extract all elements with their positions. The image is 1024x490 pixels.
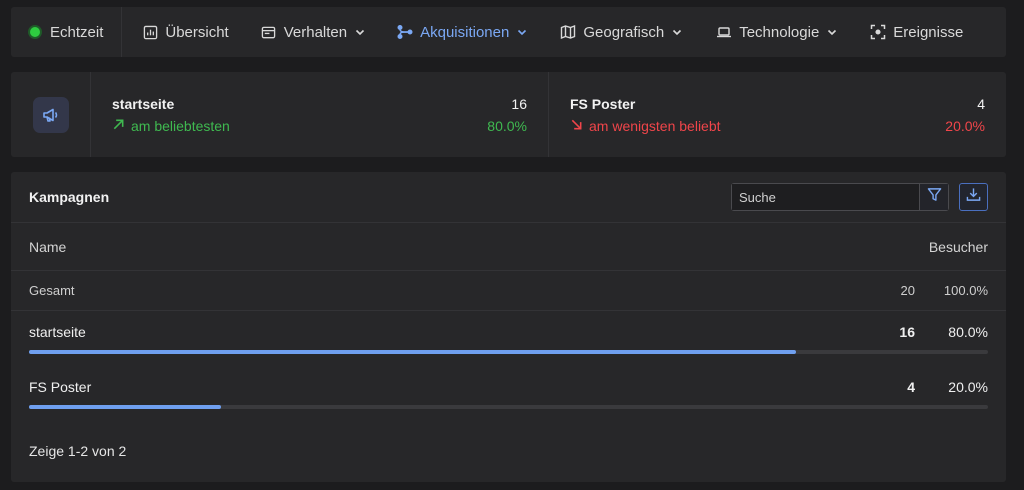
table-title: Kampagnen — [29, 189, 110, 205]
navigation-bar: Echtzeit Übersicht Verhalten Akquisition… — [11, 7, 1006, 57]
table-row[interactable]: startseite 16 80.0% — [11, 311, 1006, 366]
most-popular-stat: startseite 16 am beliebtesten 80.0% — [91, 72, 548, 157]
search-box — [731, 183, 949, 211]
stat-percent: 20.0% — [945, 117, 985, 134]
download-button[interactable] — [959, 183, 988, 211]
stat-visitor-count: 16 — [511, 95, 527, 112]
campaign-summary: startseite 16 am beliebtesten 80.0% FS P… — [11, 72, 1006, 157]
row-name: startseite — [29, 324, 86, 340]
stat-trend-label: am wenigsten beliebt — [589, 117, 721, 134]
filter-button[interactable] — [919, 184, 948, 210]
arrow-up-right-icon — [112, 118, 125, 134]
nav-label: Technologie — [739, 23, 820, 41]
chevron-down-icon — [826, 26, 838, 38]
nav-item-echtzeit[interactable]: Echtzeit — [11, 7, 103, 57]
column-header-name[interactable]: Name — [29, 239, 66, 255]
total-percent: 100.0% — [943, 283, 988, 298]
table-row[interactable]: FS Poster 4 20.0% — [11, 366, 1006, 421]
nav-label: Verhalten — [283, 23, 348, 41]
campaigns-table: Kampagnen Name Besucher Gesamt 20 — [11, 172, 1006, 482]
nav-item-geografisch[interactable]: Geografisch — [560, 7, 683, 57]
stat-campaign-name: startseite — [112, 95, 175, 112]
map-icon — [560, 24, 576, 40]
nav-item-uebersicht[interactable]: Übersicht — [142, 7, 229, 57]
stat-percent: 80.0% — [487, 117, 527, 134]
bar-chart-icon — [142, 24, 158, 40]
chevron-down-icon — [671, 26, 683, 38]
stat-trend-label: am beliebtesten — [131, 117, 230, 134]
laptop-icon — [716, 24, 732, 40]
table-tools — [731, 183, 988, 211]
nav-item-verhalten[interactable]: Verhalten — [261, 7, 366, 57]
megaphone-icon — [32, 96, 69, 133]
row-count: 4 — [907, 379, 915, 395]
chevron-down-icon — [354, 26, 366, 38]
download-icon — [966, 187, 981, 207]
nav-label: Echtzeit — [50, 23, 104, 41]
nav-label: Akquisitionen — [420, 23, 510, 41]
nav-label: Geografisch — [583, 23, 665, 41]
column-headers: Name Besucher — [11, 223, 1006, 271]
nav-item-technologie[interactable]: Technologie — [716, 7, 838, 57]
table-header: Kampagnen — [11, 172, 1006, 223]
column-header-visitors[interactable]: Besucher — [929, 239, 988, 255]
nav-label: Ereignisse — [893, 23, 964, 41]
row-name: FS Poster — [29, 379, 92, 395]
chevron-down-icon — [516, 26, 528, 38]
focus-icon — [870, 24, 886, 40]
search-input[interactable] — [732, 184, 919, 210]
stat-campaign-name: FS Poster — [570, 95, 636, 112]
arrow-down-right-icon — [570, 118, 583, 134]
row-count: 16 — [899, 324, 915, 340]
share-bar-fill — [29, 350, 797, 354]
pagination-info: Zeige 1-2 von 2 — [29, 443, 127, 459]
nav-item-akquisitionen[interactable]: Akquisitionen — [397, 7, 528, 57]
row-percent: 80.0% — [948, 324, 988, 340]
share-bar-track — [29, 350, 988, 354]
total-row: Gesamt 20 100.0% — [11, 271, 1006, 311]
stat-trend: am wenigsten beliebt — [570, 118, 721, 134]
stat-visitor-count: 4 — [977, 95, 985, 112]
live-status-icon — [30, 27, 40, 37]
row-percent: 20.0% — [948, 379, 988, 395]
total-label: Gesamt — [29, 283, 75, 298]
share-bar-fill — [29, 405, 221, 409]
browser-window-icon — [261, 24, 277, 40]
total-count: 20 — [900, 283, 915, 298]
nav-label: Übersicht — [165, 23, 229, 41]
stat-trend: am beliebtesten — [112, 118, 230, 134]
share-bar-track — [29, 405, 988, 409]
summary-icon-cell — [11, 72, 91, 157]
nav-item-ereignisse[interactable]: Ereignisse — [870, 7, 963, 57]
nav-divider — [121, 7, 123, 57]
filter-icon — [927, 187, 942, 207]
share-nodes-icon — [397, 24, 413, 40]
least-popular-stat: FS Poster 4 am wenigsten beliebt 20.0% — [548, 72, 1006, 157]
